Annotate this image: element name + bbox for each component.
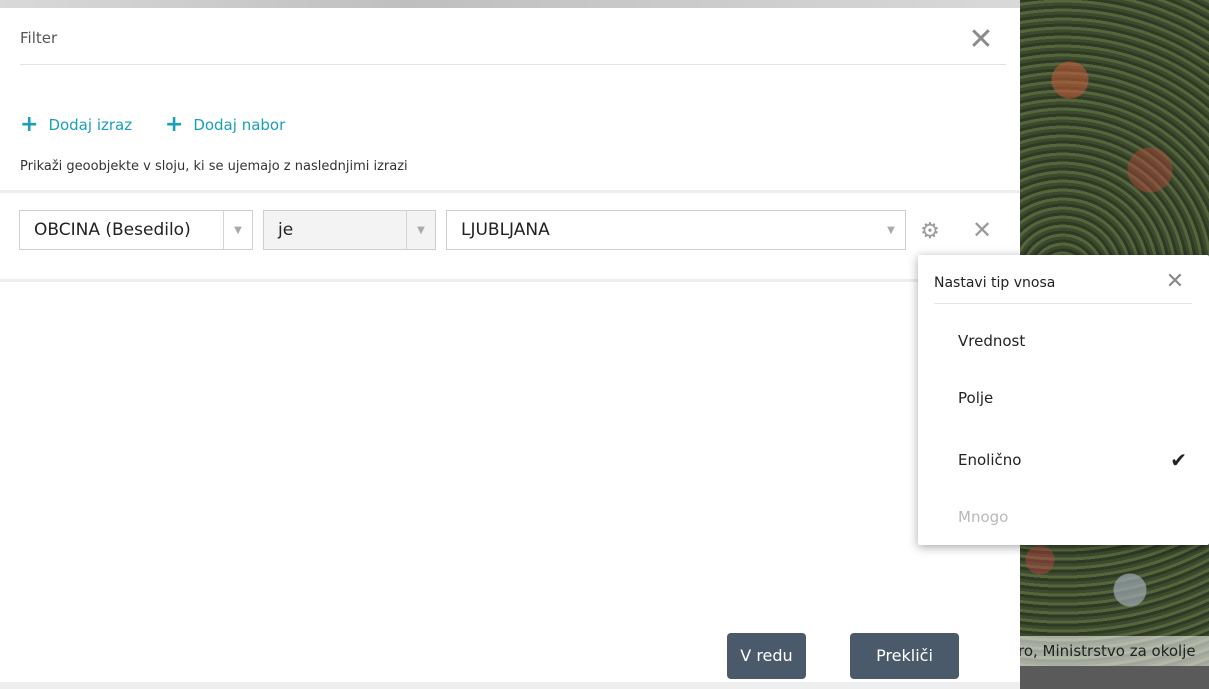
chevron-down-icon[interactable]: ▼ (406, 211, 435, 249)
option-enolicno[interactable]: Enolično ✔ (918, 440, 1209, 480)
operator-select-value: je (278, 220, 294, 240)
dialog-title: Filter (20, 29, 58, 47)
add-set-label: Dodaj nabor (193, 116, 286, 134)
option-polje[interactable]: Polje (918, 378, 1209, 418)
close-icon[interactable]: ✕ (1162, 269, 1188, 295)
chevron-down-icon[interactable]: ▼ (877, 211, 905, 249)
cancel-button[interactable]: Prekliči (850, 633, 959, 679)
page-top-strip (0, 0, 1020, 8)
option-label: Vrednost (958, 332, 1026, 350)
operator-select[interactable]: je ▼ (263, 210, 436, 250)
filter-description: Prikaži geoobjekte v sloju, ki se ujemaj… (20, 159, 408, 174)
ok-button[interactable]: V redu (727, 633, 806, 679)
option-label: Enolično (958, 451, 1022, 469)
add-expression-label: Dodaj izraz (48, 116, 133, 134)
remove-expression-icon[interactable]: ✕ (970, 218, 994, 242)
filter-dialog: Filter ✕ + Dodaj izraz + Dodaj nabor Pri… (0, 8, 1020, 682)
plus-icon: + (20, 112, 39, 137)
expression-row: OBCINA (Besedilo) ▼ je ▼ LJUBLJANA ▼ ⚙ ✕ (0, 190, 1020, 282)
page-bottom-strip (0, 682, 1020, 689)
add-set-button[interactable]: + Dodaj nabor (164, 112, 286, 137)
chevron-down-icon[interactable]: ▼ (223, 211, 252, 249)
close-icon[interactable]: ✕ (965, 25, 997, 58)
check-icon: ✔ (1170, 448, 1187, 472)
title-divider (20, 64, 1006, 65)
popup-title: Nastavi tip vnosa (934, 275, 1056, 291)
option-label: Mnogo (958, 508, 1009, 526)
field-select[interactable]: OBCINA (Besedilo) ▼ (19, 210, 253, 250)
value-select-value: LJUBLJANA (461, 220, 550, 240)
input-type-popup: Nastavi tip vnosa ✕ Vrednost Polje Enoli… (918, 255, 1209, 545)
value-select[interactable]: LJUBLJANA ▼ (446, 210, 906, 250)
map-attribution: ro, Ministrstvo za okolje (1000, 636, 1209, 666)
map-bottom-bar (1000, 666, 1209, 689)
add-expression-button[interactable]: + Dodaj izraz (20, 112, 133, 137)
popup-divider (934, 303, 1192, 304)
field-select-value: OBCINA (Besedilo) (34, 220, 191, 240)
gear-icon[interactable]: ⚙ (918, 221, 942, 245)
add-actions: + Dodaj izraz + Dodaj nabor (20, 112, 313, 137)
plus-icon: + (164, 112, 184, 137)
option-vrednost[interactable]: Vrednost (918, 321, 1209, 361)
option-mnogo: Mnogo (918, 497, 1209, 537)
option-label: Polje (958, 389, 994, 407)
